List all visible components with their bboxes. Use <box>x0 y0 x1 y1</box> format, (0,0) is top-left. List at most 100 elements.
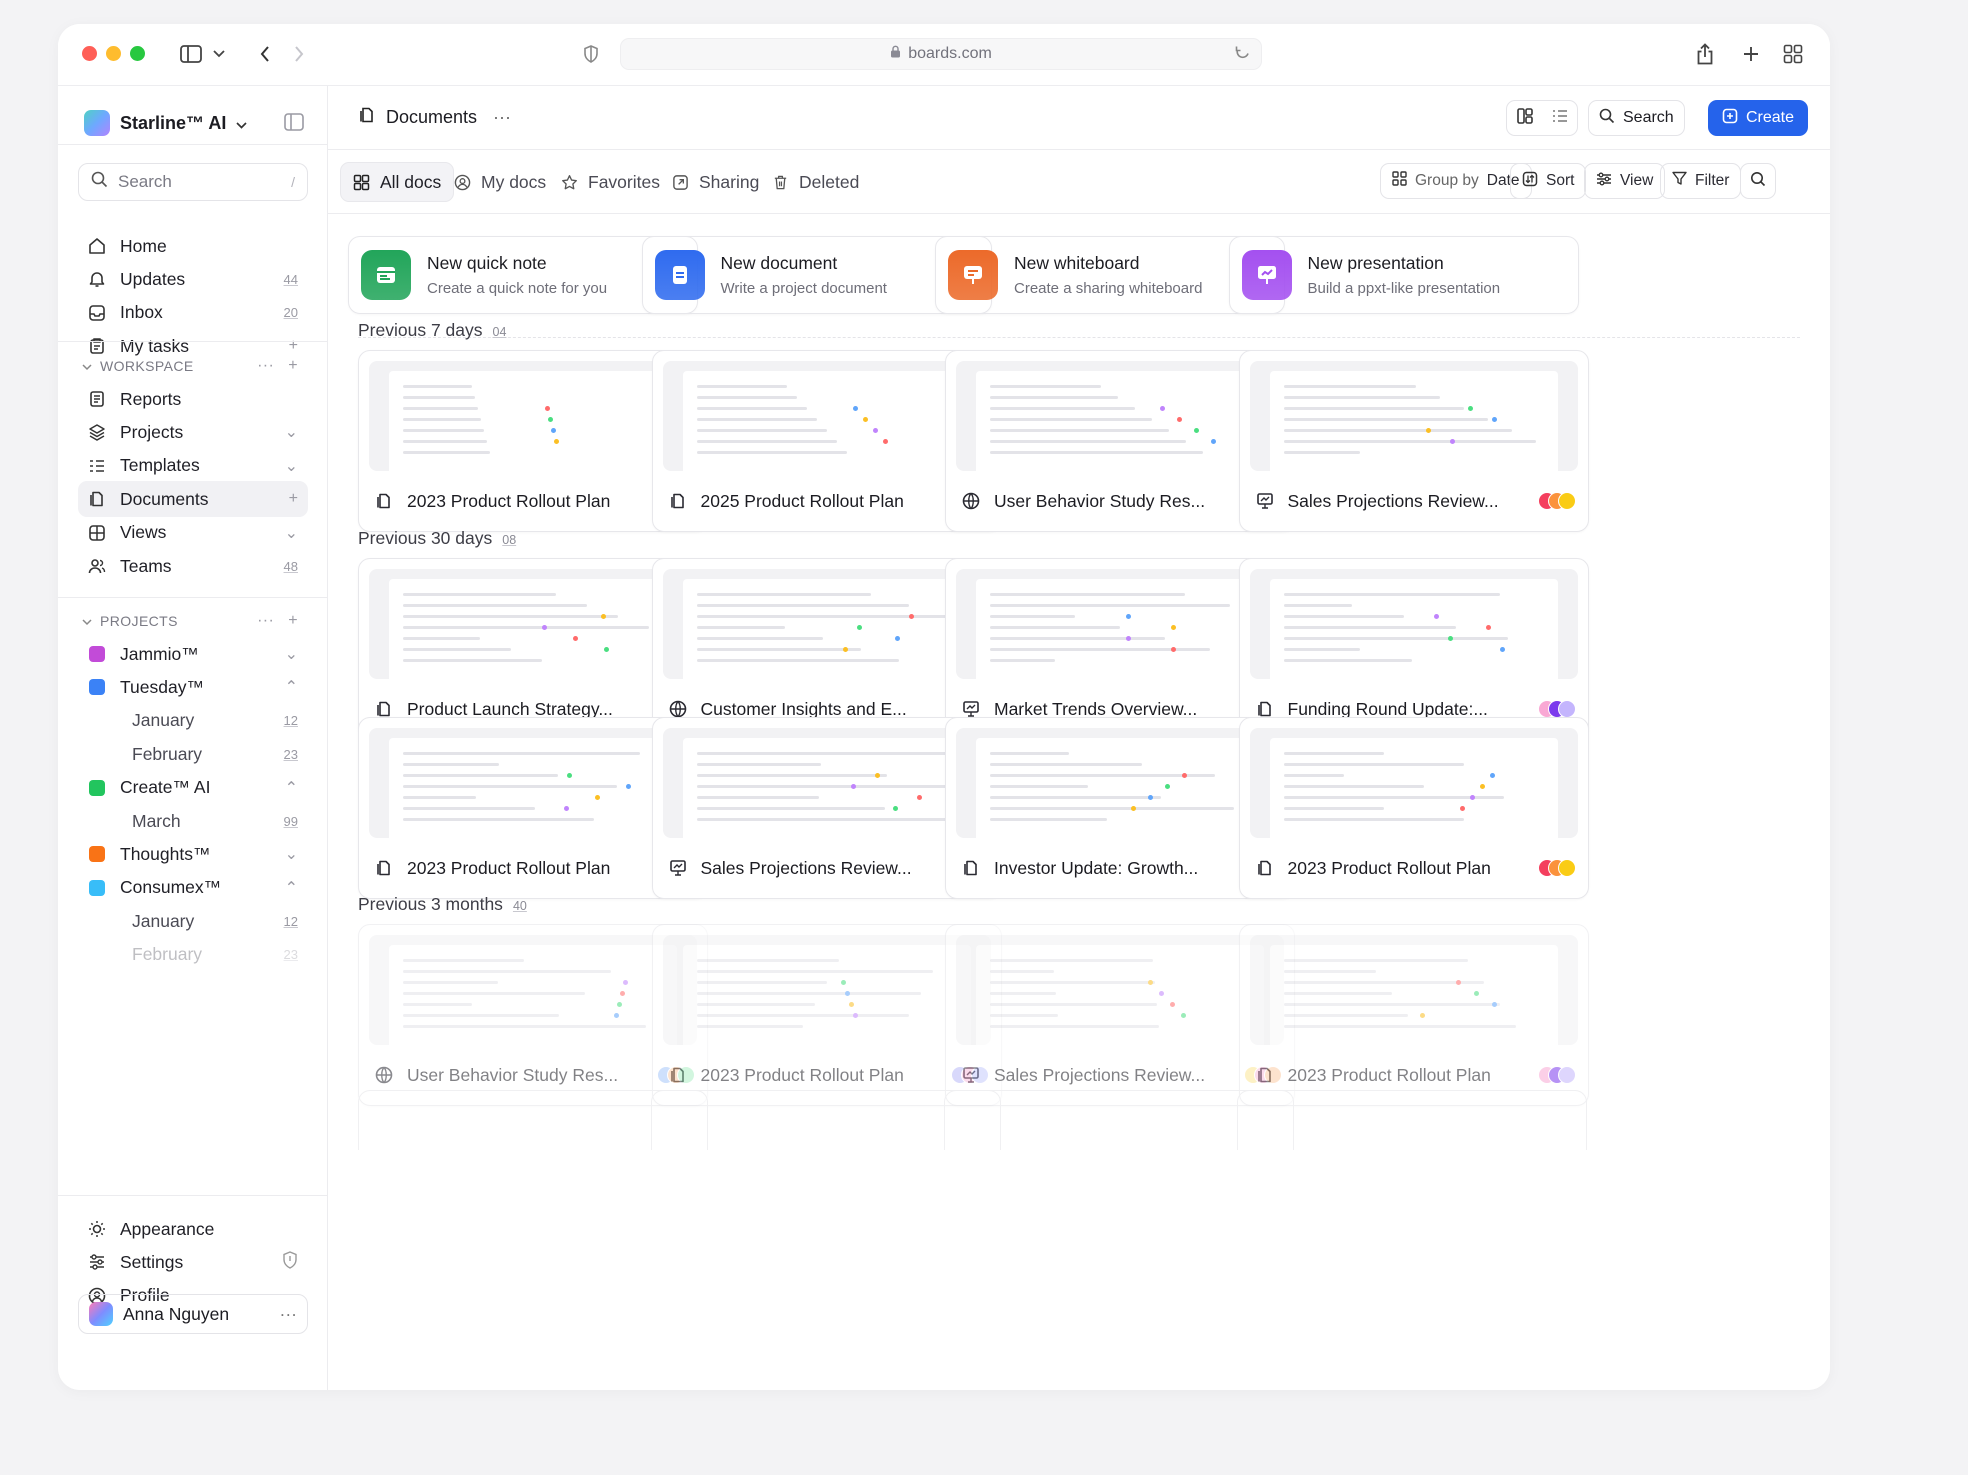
sidebar-item-jammio[interactable]: Jammio™ ⌄ <box>78 636 308 672</box>
tab-overview-icon[interactable] <box>1780 41 1806 67</box>
sidebar-item-teams[interactable]: Teams 48 <box>78 548 308 584</box>
grid-view-icon[interactable] <box>1516 107 1534 130</box>
toolbar-search-button[interactable] <box>1740 163 1776 199</box>
shield-icon[interactable] <box>282 1251 298 1274</box>
thumbnail-line <box>696 648 861 651</box>
sidebar-item-create-ai[interactable]: Create™ AI ⌃ <box>78 770 308 806</box>
sidebar-item-january[interactable]: January 12 <box>78 703 308 739</box>
item-action-icon[interactable]: ⌃ <box>285 778 298 798</box>
workspace-section-header[interactable]: WORKSPACE ··· + <box>78 352 308 380</box>
sort-button[interactable]: Sort <box>1510 163 1587 199</box>
more-icon[interactable]: ··· <box>257 357 274 375</box>
page-more-icon[interactable]: ··· <box>493 107 511 128</box>
share-icon[interactable] <box>1692 41 1718 67</box>
document-card[interactable]: Sales Projections Review... <box>1238 350 1589 532</box>
close-window-button[interactable] <box>82 46 97 61</box>
group-count: 08 <box>502 533 517 547</box>
user-profile-button[interactable]: Anna Nguyen ··· <box>78 1294 308 1334</box>
sidebar-item-views[interactable]: Views ⌄ <box>78 515 308 551</box>
template-icon <box>88 457 106 475</box>
item-action-icon[interactable]: ⌃ <box>285 677 298 697</box>
minimize-window-button[interactable] <box>106 46 121 61</box>
forward-icon[interactable] <box>286 41 312 67</box>
item-action-icon[interactable]: + <box>289 490 298 508</box>
reload-icon[interactable] <box>1234 45 1251 67</box>
back-icon[interactable] <box>252 41 278 67</box>
filter-button[interactable]: Filter <box>1660 163 1742 199</box>
sidebar-item-documents[interactable]: Documents + <box>78 481 308 518</box>
thumbnail-line <box>403 1003 472 1006</box>
tab-my-docs[interactable]: My docs <box>442 162 558 202</box>
chevron-down-icon[interactable] <box>206 41 232 67</box>
view-button[interactable]: View <box>1584 163 1666 199</box>
layers-icon <box>88 423 106 442</box>
sidebar-item-consumex[interactable]: Consumex™ ⌃ <box>78 870 308 906</box>
group-by-button[interactable]: Group by Date <box>1380 163 1532 199</box>
item-action-icon[interactable]: ⌄ <box>285 422 298 442</box>
add-icon[interactable]: + <box>288 357 298 375</box>
create-button[interactable]: Create <box>1708 100 1808 136</box>
thumbnail-line <box>403 752 640 755</box>
thumbnail-line <box>403 763 499 766</box>
layout-toggle[interactable] <box>1506 100 1578 136</box>
thumbnail-line <box>990 604 1230 607</box>
sidebar-item-february[interactable]: February 23 <box>78 937 308 973</box>
thumbnail-preview <box>1269 579 1558 679</box>
sidebar-item-thoughts[interactable]: Thoughts™ ⌄ <box>78 836 308 872</box>
sidebar-toggle-icon[interactable] <box>178 41 204 67</box>
shield-icon[interactable] <box>578 41 604 67</box>
thumbnail-dot <box>601 614 606 619</box>
quick-create-card[interactable]: New presentation Build a ppxt-like presen… <box>1228 236 1579 314</box>
item-action-icon[interactable]: ⌄ <box>285 844 298 864</box>
sidebar-item-updates[interactable]: Updates 44 <box>78 261 308 297</box>
sidebar-item-tuesday[interactable]: Tuesday™ ⌃ <box>78 669 308 705</box>
address-bar[interactable]: boards.com <box>620 38 1262 70</box>
item-action-icon[interactable]: ⌄ <box>285 523 298 543</box>
sidebar-item-home[interactable]: Home <box>78 228 308 264</box>
document-card[interactable]: 2023 Product Rollout Plan <box>1238 924 1589 1106</box>
tab-deleted[interactable]: Deleted <box>760 162 871 202</box>
document-card[interactable]: 2023 Product Rollout Plan <box>1238 717 1589 899</box>
sidebar-search-input[interactable]: Search / <box>78 163 308 201</box>
document-icon <box>375 700 393 718</box>
sidebar-item-appearance[interactable]: Appearance <box>78 1211 308 1247</box>
add-icon[interactable]: + <box>288 612 298 630</box>
divider <box>358 337 1800 338</box>
collapse-sidebar-icon[interactable] <box>284 113 304 136</box>
group-label: Previous 3 months <box>358 894 503 914</box>
tab-favorites[interactable]: Favorites <box>549 162 672 202</box>
workspace-switcher[interactable]: Starline™ AI <box>84 110 247 136</box>
sidebar-item-settings[interactable]: Settings <box>78 1244 308 1280</box>
presentation-icon <box>962 700 980 718</box>
thumbnail-line <box>1283 615 1404 618</box>
tab-all-docs[interactable]: All docs <box>340 162 455 202</box>
more-icon[interactable]: ··· <box>280 1304 297 1325</box>
sidebar-item-inbox[interactable]: Inbox 20 <box>78 295 308 331</box>
thumbnail-line <box>990 1014 1058 1017</box>
item-action-icon[interactable]: ⌄ <box>285 644 298 664</box>
new-tab-icon[interactable] <box>1738 41 1764 67</box>
projects-section-header[interactable]: PROJECTS ··· + <box>78 607 308 635</box>
sidebar-item-reports[interactable]: Reports <box>78 381 308 417</box>
more-icon[interactable]: ··· <box>257 612 274 630</box>
sidebar-item-projects[interactable]: Projects ⌄ <box>78 414 308 450</box>
item-action-icon[interactable]: ⌃ <box>285 878 298 898</box>
thumbnail-dot <box>882 439 888 444</box>
thumbnail-dot <box>548 417 553 422</box>
header-search-button[interactable]: Search <box>1588 100 1685 136</box>
sidebar-item-february[interactable]: February 23 <box>78 736 308 772</box>
document-card[interactable]: Funding Round Update:... <box>1238 558 1589 740</box>
sidebar-item-january[interactable]: January 12 <box>78 903 308 939</box>
item-action-icon[interactable]: ⌄ <box>285 456 298 476</box>
thumbnail-dot <box>848 1002 854 1007</box>
thumbnail-dot <box>1479 784 1485 789</box>
tab-sharing[interactable]: Sharing <box>660 162 771 202</box>
group-by-prefix: Group by <box>1415 172 1479 189</box>
count-badge: 48 <box>283 558 298 574</box>
list-view-icon[interactable] <box>1551 107 1569 130</box>
sidebar-item-march[interactable]: March 99 <box>78 803 308 839</box>
thumbnail-preview <box>682 579 971 679</box>
document-icon <box>669 492 687 510</box>
sidebar-item-templates[interactable]: Templates ⌄ <box>78 448 308 484</box>
maximize-window-button[interactable] <box>130 46 145 61</box>
